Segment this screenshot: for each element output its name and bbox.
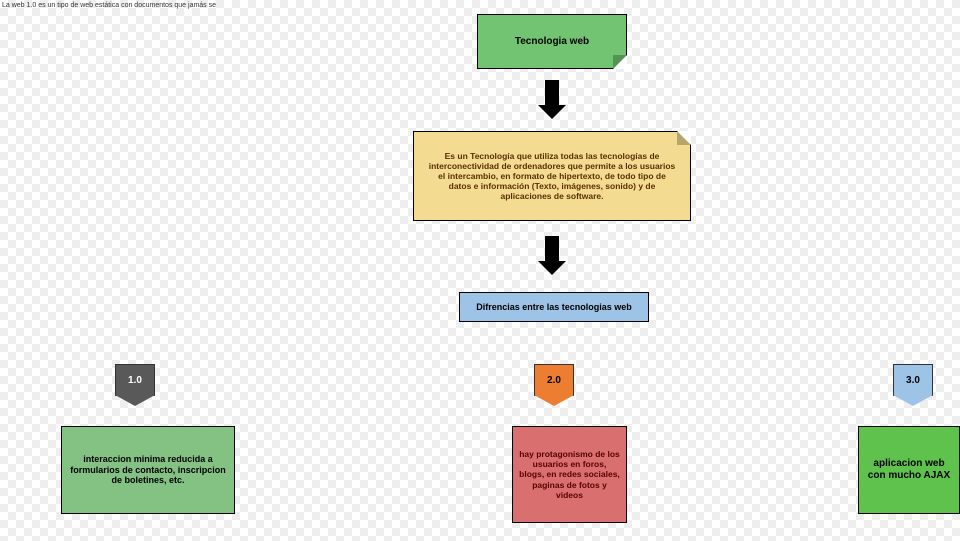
corner-note: La web 1.0 es un tipo de web estática co… (0, 0, 218, 12)
arrow-down-icon (545, 80, 559, 106)
fold-icon (613, 55, 627, 69)
badge-v3: 3.0 (893, 364, 933, 396)
card-web2-text: hay protagonismo de los usuarios en foro… (519, 449, 620, 500)
title-box: Tecnologia web (477, 14, 627, 69)
card-web1-text: interaccion minima reducida a formulario… (68, 454, 228, 486)
title-text: Tecnologia web (515, 36, 589, 48)
differences-text: Difrencias entre las tecnologias web (476, 302, 632, 313)
fold-icon (677, 131, 691, 145)
arrow-down-icon (545, 236, 559, 262)
badge-v1: 1.0 (115, 364, 155, 396)
badge-v2: 2.0 (534, 364, 574, 396)
card-web1: interaccion minima reducida a formulario… (61, 426, 235, 514)
definition-box: Es un Tecnología que utiliza todas las t… (413, 131, 691, 221)
card-web3-text: aplicacion web con mucho AJAX (865, 458, 953, 482)
card-web3: aplicacion web con mucho AJAX (858, 426, 960, 514)
definition-text: Es un Tecnología que utiliza todas las t… (428, 151, 676, 202)
card-web2: hay protagonismo de los usuarios en foro… (512, 426, 627, 523)
differences-box: Difrencias entre las tecnologias web (459, 292, 649, 322)
